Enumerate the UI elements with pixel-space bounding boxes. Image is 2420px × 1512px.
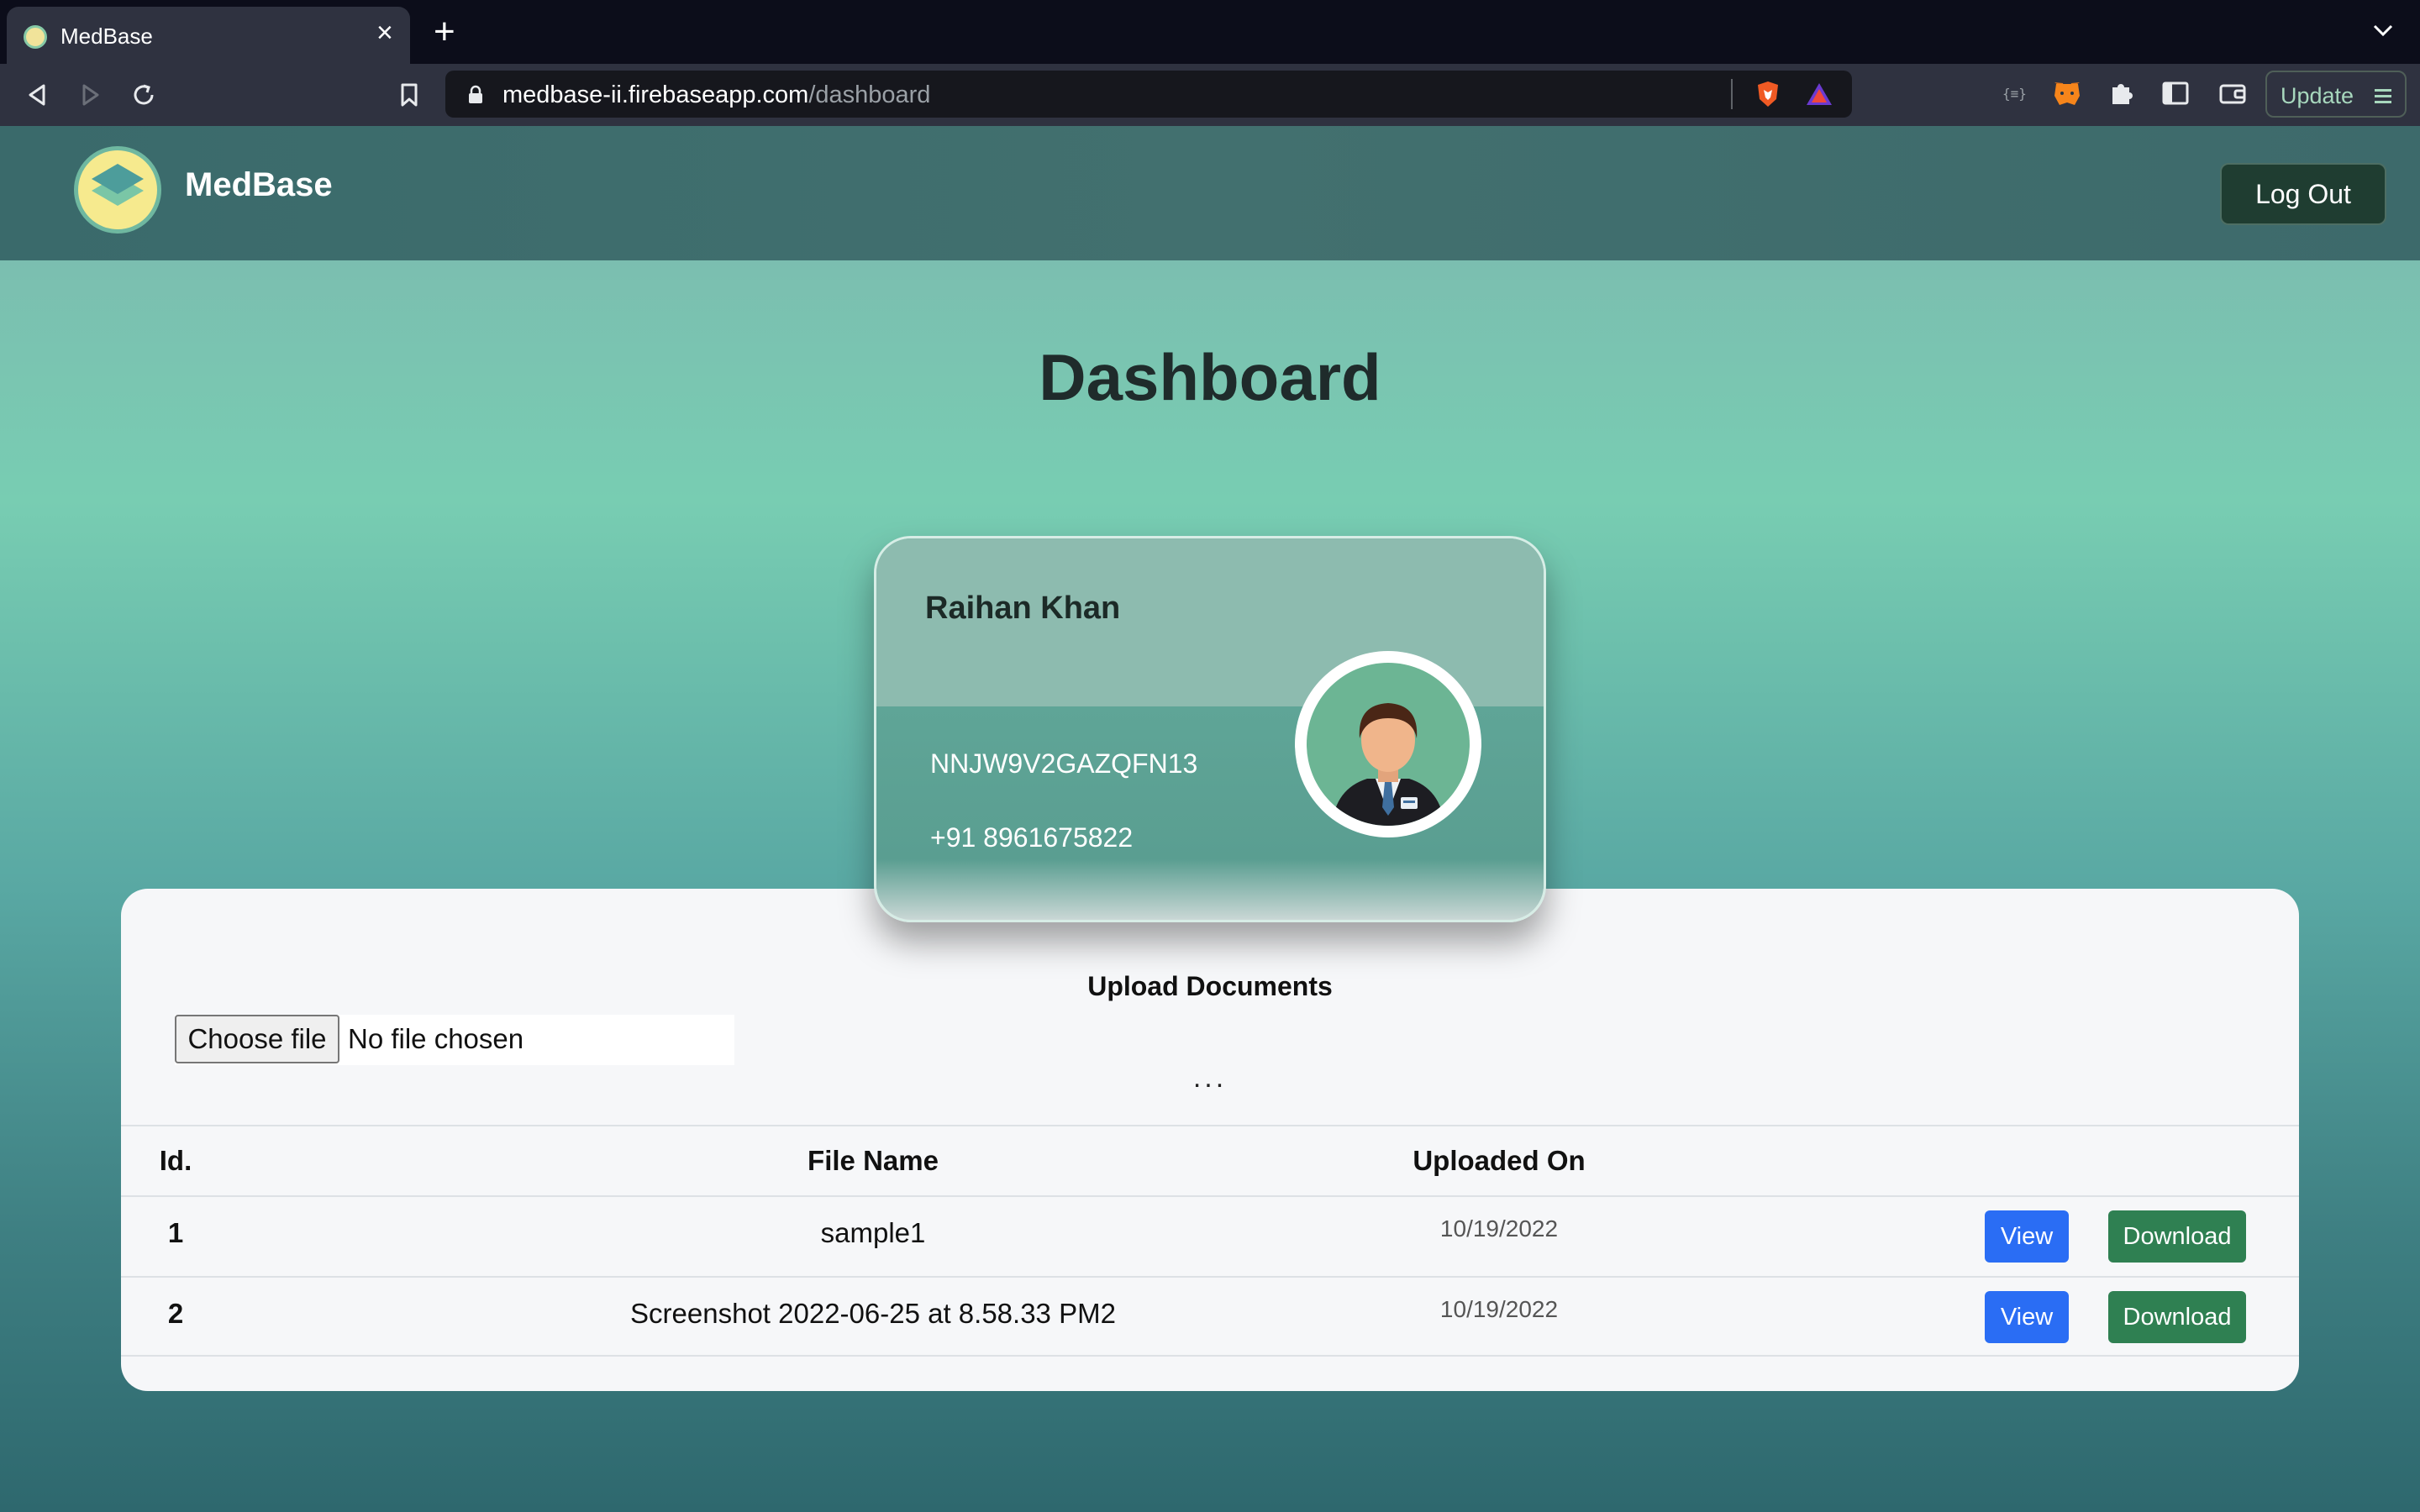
browser-tab-bar: MedBase × + [0,0,2420,64]
file-upload-input[interactable]: Choose file No file chosen [175,1015,734,1065]
medbase-logo-icon[interactable] [74,146,161,234]
update-button[interactable]: Update [2265,71,2407,118]
view-button[interactable]: View [1985,1291,2069,1343]
documents-table: Id. File Name Uploaded On 1 sample1 10/1… [121,1125,2299,1357]
page-title: Dashboard [1039,340,1381,414]
brave-shields-icon[interactable] [1753,79,1783,109]
tab-list-chevron-icon[interactable] [2371,22,2395,39]
site-favicon-icon [24,25,47,49]
table-header-row: Id. File Name Uploaded On [121,1125,2299,1195]
extensions-puzzle-icon[interactable] [2107,79,2136,108]
page-viewport: MedBase Log Out Dashboard Upload Documen… [0,126,2420,1512]
browser-toolbar: medbase-ii.firebaseapp.com/dashboard {≡}… [0,64,2420,126]
profile-name: Raihan Khan [925,591,1121,626]
table-row: 1 sample1 10/19/2022 View Download [121,1195,2299,1276]
profile-id: NNJW9V2GAZQFN13 [930,748,1198,779]
brand-name[interactable]: MedBase [185,166,333,204]
upload-ellipsis: ... [1192,1062,1228,1094]
profile-phone: +91 8961675822 [930,822,1134,853]
bookmark-icon[interactable] [395,81,424,109]
brave-rewards-icon[interactable] [1805,81,1833,108]
url-text: medbase-ii.firebaseapp.com/dashboard [502,81,931,108]
lock-icon [469,85,482,103]
header-id: Id. [159,1145,192,1176]
row-id: 1 [167,1217,184,1248]
file-status-text: No file chosen [348,1023,524,1054]
choose-file-button[interactable]: Choose file [175,1015,339,1063]
row-file-name: sample1 [820,1217,926,1248]
view-button[interactable]: View [1985,1210,2069,1263]
profile-card: Raihan Khan NNJW9V2GAZQFN13 +91 89616758… [874,536,1546,922]
extension-brackets-icon[interactable]: {≡} [2000,79,2028,108]
url-divider [1731,79,1733,109]
row-file-name: Screenshot 2022-06-25 at 8.58.33 PM2 [630,1298,1116,1329]
wallet-icon[interactable] [2218,79,2247,108]
app-navbar: MedBase Log Out [0,126,2420,260]
metamask-fox-icon[interactable] [2052,79,2082,108]
menu-icon [2375,89,2391,103]
logout-button[interactable]: Log Out [2220,163,2386,225]
download-button[interactable]: Download [2108,1291,2246,1343]
update-label: Update [2281,83,2354,108]
row-uploaded-date: 10/19/2022 [1439,1215,1559,1242]
row-uploaded-date: 10/19/2022 [1439,1296,1559,1322]
sidebar-toggle-icon[interactable] [2161,79,2190,108]
documents-panel: Upload Documents Choose file No file cho… [121,889,2299,1391]
svg-text:{≡}: {≡} [2002,86,2027,102]
user-avatar-icon [1332,703,1444,826]
back-icon[interactable] [24,81,52,109]
upload-documents-title: Upload Documents [1087,971,1333,1001]
header-file-name: File Name [808,1145,939,1176]
address-bar[interactable]: medbase-ii.firebaseapp.com/dashboard [445,71,1852,118]
new-tab-icon[interactable]: + [434,13,455,50]
browser-tab[interactable]: MedBase × [7,7,410,64]
tab-title: MedBase [60,24,153,49]
avatar [1295,651,1481,837]
download-button[interactable]: Download [2108,1210,2246,1263]
table-row: 2 Screenshot 2022-06-25 at 8.58.33 PM2 1… [121,1276,2299,1357]
forward-icon[interactable] [76,81,104,109]
close-tab-icon[interactable]: × [376,18,393,47]
reload-icon[interactable] [129,81,158,109]
header-uploaded-on: Uploaded On [1413,1145,1586,1176]
row-id: 2 [167,1298,184,1329]
